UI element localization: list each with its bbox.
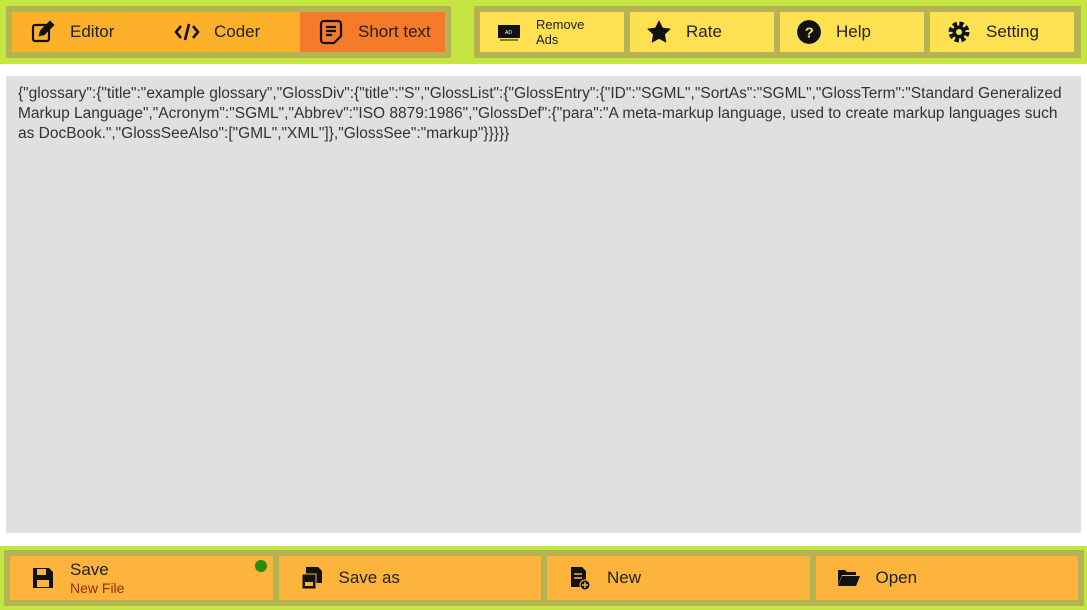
remove-ads-button[interactable]: AD Remove Ads [480, 12, 624, 52]
top-toolbar: Editor Coder Short text AD Remove Ads Ra… [0, 0, 1087, 64]
save-as-icon [299, 565, 325, 591]
note-icon [318, 19, 344, 45]
help-label: Help [836, 22, 871, 41]
tab-label: Short text [358, 22, 431, 41]
setting-button[interactable]: Setting [930, 12, 1074, 52]
tab-editor[interactable]: Editor [12, 12, 156, 52]
edit-icon [30, 19, 56, 45]
rate-label: Rate [686, 22, 722, 41]
help-icon: ? [796, 19, 822, 45]
file-name: New File [70, 580, 125, 596]
tab-coder[interactable]: Coder [156, 12, 300, 52]
star-icon [646, 19, 672, 45]
help-button[interactable]: ? Help [780, 12, 924, 52]
code-icon [174, 19, 200, 45]
remove-ads-label: Remove Ads [536, 17, 585, 47]
save-button[interactable]: Save New File [10, 556, 273, 600]
new-button[interactable]: New [547, 556, 810, 600]
tab-label: Coder [214, 22, 261, 41]
gear-icon [946, 19, 972, 45]
svg-text:AD: AD [505, 30, 512, 36]
action-buttons: AD Remove Ads Rate ? Help Setting [474, 6, 1081, 58]
save-label: Save [70, 560, 109, 579]
save-as-button[interactable]: Save as [278, 556, 541, 600]
save-as-label: Save as [338, 568, 400, 587]
svg-text:?: ? [805, 24, 814, 41]
new-label: New [607, 568, 642, 587]
new-file-icon [567, 565, 593, 591]
rate-button[interactable]: Rate [630, 12, 774, 52]
unsaved-indicator [254, 560, 267, 572]
bottom-toolbar: Save New File Save as New Open [0, 546, 1087, 610]
open-button[interactable]: Open [815, 556, 1078, 600]
file-buttons: Save New File Save as New Open [4, 550, 1084, 606]
tab-short-text[interactable]: Short text [300, 12, 445, 52]
folder-open-icon [836, 565, 862, 591]
setting-label: Setting [986, 22, 1039, 41]
ads-icon: AD [496, 19, 522, 45]
tab-label: Editor [70, 22, 115, 41]
text-editor[interactable]: {"glossary":{"title":"example glossary",… [6, 76, 1081, 533]
open-label: Open [875, 568, 918, 587]
save-icon [30, 565, 56, 591]
mode-tabs: Editor Coder Short text [6, 6, 451, 58]
